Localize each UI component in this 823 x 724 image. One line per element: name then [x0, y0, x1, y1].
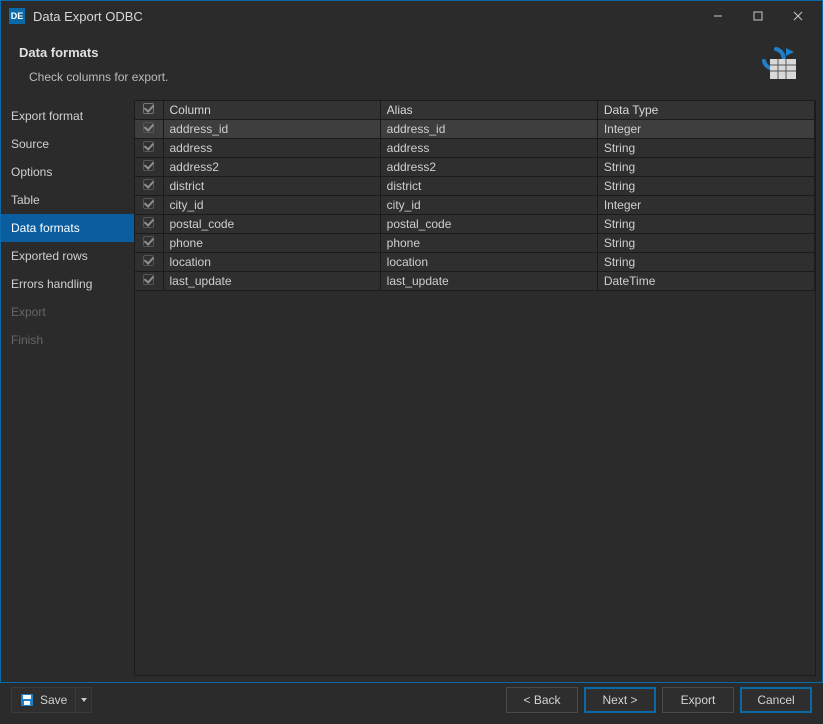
dialog-footer: Save < Back Next > Export Cancel — [1, 676, 822, 724]
back-button[interactable]: < Back — [506, 687, 578, 713]
cell-datatype[interactable]: String — [597, 215, 814, 234]
sidebar-item-errors-handling[interactable]: Errors handling — [1, 270, 134, 298]
sidebar-item-exported-rows[interactable]: Exported rows — [1, 242, 134, 270]
columns-table-container: Column Alias Data Type address_idaddress… — [134, 100, 816, 676]
cell-datatype[interactable]: String — [597, 234, 814, 253]
cell-datatype[interactable]: String — [597, 139, 814, 158]
table-row[interactable]: address_idaddress_idInteger — [135, 120, 815, 139]
cell-datatype[interactable]: String — [597, 253, 814, 272]
export-grid-icon — [758, 45, 798, 81]
minimize-button[interactable] — [698, 2, 738, 30]
row-checkbox[interactable] — [143, 217, 154, 228]
app-icon: DE — [9, 8, 25, 24]
row-checkbox-cell[interactable] — [135, 234, 163, 253]
cell-column[interactable]: city_id — [163, 196, 380, 215]
window-title: Data Export ODBC — [33, 9, 143, 24]
table-row[interactable]: phonephoneString — [135, 234, 815, 253]
cell-alias[interactable]: address_id — [380, 120, 597, 139]
columns-table: Column Alias Data Type address_idaddress… — [135, 101, 815, 291]
cell-alias[interactable]: address2 — [380, 158, 597, 177]
maximize-button[interactable] — [738, 2, 778, 30]
titlebar: DE Data Export ODBC — [1, 1, 822, 31]
cell-datatype[interactable]: Integer — [597, 196, 814, 215]
row-checkbox-cell[interactable] — [135, 177, 163, 196]
row-checkbox[interactable] — [143, 179, 154, 190]
row-checkbox[interactable] — [143, 236, 154, 247]
save-label: Save — [40, 693, 67, 707]
page-header: Data formats Check columns for export. — [1, 31, 822, 92]
table-row[interactable]: address2address2String — [135, 158, 815, 177]
cell-datatype[interactable]: String — [597, 177, 814, 196]
table-row[interactable]: postal_codepostal_codeString — [135, 215, 815, 234]
cell-datatype[interactable]: Integer — [597, 120, 814, 139]
page-subtitle: Check columns for export. — [19, 70, 758, 84]
wizard-sidebar: Export formatSourceOptionsTableData form… — [1, 100, 134, 676]
cancel-button[interactable]: Cancel — [740, 687, 812, 713]
sidebar-item-export: Export — [1, 298, 134, 326]
header-checkbox-cell[interactable] — [135, 101, 163, 120]
table-row[interactable]: city_idcity_idInteger — [135, 196, 815, 215]
row-checkbox[interactable] — [143, 122, 154, 133]
cell-alias[interactable]: location — [380, 253, 597, 272]
row-checkbox[interactable] — [143, 198, 154, 209]
cell-column[interactable]: last_update — [163, 272, 380, 291]
table-row[interactable]: districtdistrictString — [135, 177, 815, 196]
sidebar-item-options[interactable]: Options — [1, 158, 134, 186]
cell-column[interactable]: district — [163, 177, 380, 196]
cell-alias[interactable]: postal_code — [380, 215, 597, 234]
next-button[interactable]: Next > — [584, 687, 656, 713]
cell-alias[interactable]: district — [380, 177, 597, 196]
cell-alias[interactable]: phone — [380, 234, 597, 253]
row-checkbox-cell[interactable] — [135, 139, 163, 158]
header-alias[interactable]: Alias — [380, 101, 597, 120]
table-row[interactable]: last_updatelast_updateDateTime — [135, 272, 815, 291]
sidebar-item-export-format[interactable]: Export format — [1, 102, 134, 130]
cell-alias[interactable]: last_update — [380, 272, 597, 291]
row-checkbox[interactable] — [143, 141, 154, 152]
save-button[interactable]: Save — [11, 687, 76, 713]
row-checkbox-cell[interactable] — [135, 120, 163, 139]
export-button[interactable]: Export — [662, 687, 734, 713]
save-dropdown-button[interactable] — [76, 687, 92, 713]
header-column[interactable]: Column — [163, 101, 380, 120]
row-checkbox-cell[interactable] — [135, 215, 163, 234]
cell-column[interactable]: address_id — [163, 120, 380, 139]
row-checkbox[interactable] — [143, 255, 154, 266]
sidebar-item-source[interactable]: Source — [1, 130, 134, 158]
table-row[interactable]: locationlocationString — [135, 253, 815, 272]
row-checkbox-cell[interactable] — [135, 272, 163, 291]
cell-datatype[interactable]: String — [597, 158, 814, 177]
sidebar-item-finish: Finish — [1, 326, 134, 354]
cell-column[interactable]: phone — [163, 234, 380, 253]
row-checkbox[interactable] — [143, 160, 154, 171]
cell-alias[interactable]: address — [380, 139, 597, 158]
cell-column[interactable]: location — [163, 253, 380, 272]
row-checkbox-cell[interactable] — [135, 196, 163, 215]
cell-column[interactable]: postal_code — [163, 215, 380, 234]
row-checkbox[interactable] — [143, 274, 154, 285]
cell-column[interactable]: address2 — [163, 158, 380, 177]
sidebar-item-data-formats[interactable]: Data formats — [1, 214, 134, 242]
close-button[interactable] — [778, 2, 818, 30]
sidebar-item-table[interactable]: Table — [1, 186, 134, 214]
cell-alias[interactable]: city_id — [380, 196, 597, 215]
save-icon — [20, 693, 34, 707]
chevron-down-icon — [80, 696, 88, 704]
cell-column[interactable]: address — [163, 139, 380, 158]
table-row[interactable]: addressaddressString — [135, 139, 815, 158]
page-title: Data formats — [19, 45, 758, 60]
header-datatype[interactable]: Data Type — [597, 101, 814, 120]
select-all-checkbox[interactable] — [143, 103, 154, 114]
row-checkbox-cell[interactable] — [135, 253, 163, 272]
cell-datatype[interactable]: DateTime — [597, 272, 814, 291]
row-checkbox-cell[interactable] — [135, 158, 163, 177]
